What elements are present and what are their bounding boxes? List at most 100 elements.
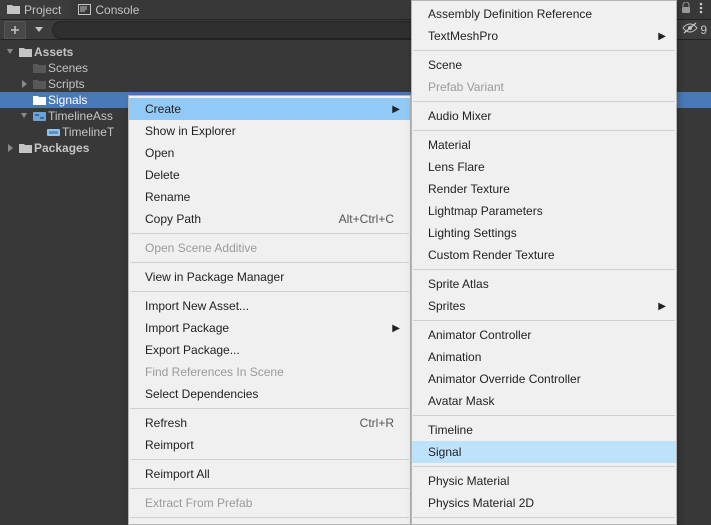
- fold-down-icon[interactable]: [18, 110, 30, 122]
- menu-lens-flare[interactable]: Lens Flare: [412, 156, 676, 178]
- timeline-icon: [32, 109, 46, 123]
- fold-spacer: [18, 94, 30, 106]
- menu-animator-override[interactable]: Animator Override Controller: [412, 368, 676, 390]
- separator: [130, 408, 409, 409]
- menu-label: Prefab Variant: [428, 80, 504, 94]
- menu-import-package[interactable]: Import Package ▶: [129, 317, 410, 339]
- folder-icon: [32, 93, 46, 107]
- arrow-right-icon: ▶: [392, 323, 400, 334]
- menu-label: Animator Controller: [428, 328, 531, 342]
- tree-label: Signals: [48, 93, 87, 107]
- menu-lightmap-params[interactable]: Lightmap Parameters: [412, 200, 676, 222]
- separator: [130, 517, 409, 518]
- fold-right-icon[interactable]: [18, 78, 30, 90]
- menu-animation[interactable]: Animation: [412, 346, 676, 368]
- menu-avatar-mask[interactable]: Avatar Mask: [412, 390, 676, 412]
- menu-prefab-variant: Prefab Variant: [412, 76, 676, 98]
- menu-label: Show in Explorer: [145, 124, 236, 138]
- tree-label: Scenes: [48, 61, 88, 75]
- tree-label: TimelineT: [62, 125, 114, 139]
- fold-down-icon[interactable]: [4, 46, 16, 58]
- menu-label: Rename: [145, 190, 190, 204]
- menu-sprites[interactable]: Sprites ▶: [412, 295, 676, 317]
- arrow-right-icon: ▶: [658, 301, 666, 312]
- separator: [413, 517, 675, 518]
- lock-icon[interactable]: [681, 2, 691, 17]
- separator: [413, 130, 675, 131]
- tree-label: Assets: [34, 45, 73, 59]
- visibility-toggle[interactable]: 9: [682, 22, 707, 37]
- menu-label: Find References In Scene: [145, 365, 284, 379]
- menu-import-new-asset[interactable]: Import New Asset...: [129, 295, 410, 317]
- menu-label: Import Package: [145, 321, 229, 335]
- menu-textmeshpro[interactable]: TextMeshPro▶: [412, 25, 676, 47]
- menu-physic-material[interactable]: Physic Material: [412, 470, 676, 492]
- menu-scene[interactable]: Scene: [412, 54, 676, 76]
- menu-label: Import New Asset...: [145, 299, 249, 313]
- menu-audio-mixer[interactable]: Audio Mixer: [412, 105, 676, 127]
- menu-custom-render-texture[interactable]: Custom Render Texture: [412, 244, 676, 266]
- menu-show-in-explorer[interactable]: Show in Explorer: [129, 120, 410, 142]
- menu-label: View in Package Manager: [145, 270, 284, 284]
- folder-icon: [18, 45, 32, 59]
- menu-label: Reimport: [145, 438, 194, 452]
- separator: [130, 233, 409, 234]
- menu-label: Lens Flare: [428, 160, 485, 174]
- menu-animator-controller[interactable]: Animator Controller: [412, 324, 676, 346]
- separator: [130, 262, 409, 263]
- fold-right-icon[interactable]: [4, 142, 16, 154]
- timeline-track-icon: [46, 125, 60, 139]
- menu-reimport-all[interactable]: Reimport All: [129, 463, 410, 485]
- tab-project[interactable]: Project: [0, 0, 71, 19]
- separator: [413, 101, 675, 102]
- menu-label: Animation: [428, 350, 481, 364]
- folder-icon: [32, 77, 46, 91]
- separator: [413, 269, 675, 270]
- create-submenu: Assembly Definition Reference TextMeshPr…: [411, 0, 677, 525]
- menu-label: Physic Material: [428, 474, 509, 488]
- menu-view-in-package-manager[interactable]: View in Package Manager: [129, 266, 410, 288]
- add-button[interactable]: [4, 21, 26, 39]
- menu-sprite-atlas[interactable]: Sprite Atlas: [412, 273, 676, 295]
- menu-label: Sprites: [428, 299, 465, 313]
- menu-render-texture[interactable]: Render Texture: [412, 178, 676, 200]
- menu-reimport[interactable]: Reimport: [129, 434, 410, 456]
- separator: [130, 488, 409, 489]
- menu-asmdef-ref[interactable]: Assembly Definition Reference: [412, 3, 676, 25]
- menu-signal[interactable]: Signal: [412, 441, 676, 463]
- menu-timeline[interactable]: Timeline: [412, 419, 676, 441]
- menu-lighting-settings[interactable]: Lighting Settings: [412, 222, 676, 244]
- arrow-right-icon: ▶: [658, 31, 666, 42]
- separator: [130, 459, 409, 460]
- menu-create[interactable]: Create ▶: [129, 98, 410, 120]
- menu-delete[interactable]: Delete: [129, 164, 410, 186]
- arrow-right-icon: ▶: [392, 104, 400, 115]
- eye-hidden-icon: [682, 22, 698, 37]
- separator: [413, 320, 675, 321]
- menu-physics-material-2d[interactable]: Physics Material 2D: [412, 492, 676, 514]
- menu-label: Signal: [428, 445, 461, 459]
- menu-label: Copy Path: [145, 212, 201, 226]
- menu-extract-from-prefab: Extract From Prefab: [129, 492, 410, 514]
- shortcut: Alt+Ctrl+C: [339, 212, 394, 226]
- menu-label: Delete: [145, 168, 180, 182]
- menu-rename[interactable]: Rename: [129, 186, 410, 208]
- menu-export-package[interactable]: Export Package...: [129, 339, 410, 361]
- menu-label: Refresh: [145, 416, 187, 430]
- menu-select-dependencies[interactable]: Select Dependencies: [129, 383, 410, 405]
- separator: [413, 466, 675, 467]
- menu-label: Create: [145, 102, 181, 116]
- dropdown-icon[interactable]: [30, 21, 48, 39]
- separator: [413, 50, 675, 51]
- menu-label: Physics Material 2D: [428, 496, 534, 510]
- menu-copy-path[interactable]: Copy Path Alt+Ctrl+C: [129, 208, 410, 230]
- context-menu: Create ▶ Show in Explorer Open Delete Ren…: [128, 95, 411, 525]
- menu-icon[interactable]: [699, 2, 703, 17]
- menu-material[interactable]: Material: [412, 134, 676, 156]
- menu-refresh[interactable]: RefreshCtrl+R: [129, 412, 410, 434]
- menu-open[interactable]: Open: [129, 142, 410, 164]
- menu-label: Render Texture: [428, 182, 510, 196]
- tab-console[interactable]: Console: [71, 0, 149, 19]
- separator: [413, 415, 675, 416]
- tree-label: Packages: [34, 141, 89, 155]
